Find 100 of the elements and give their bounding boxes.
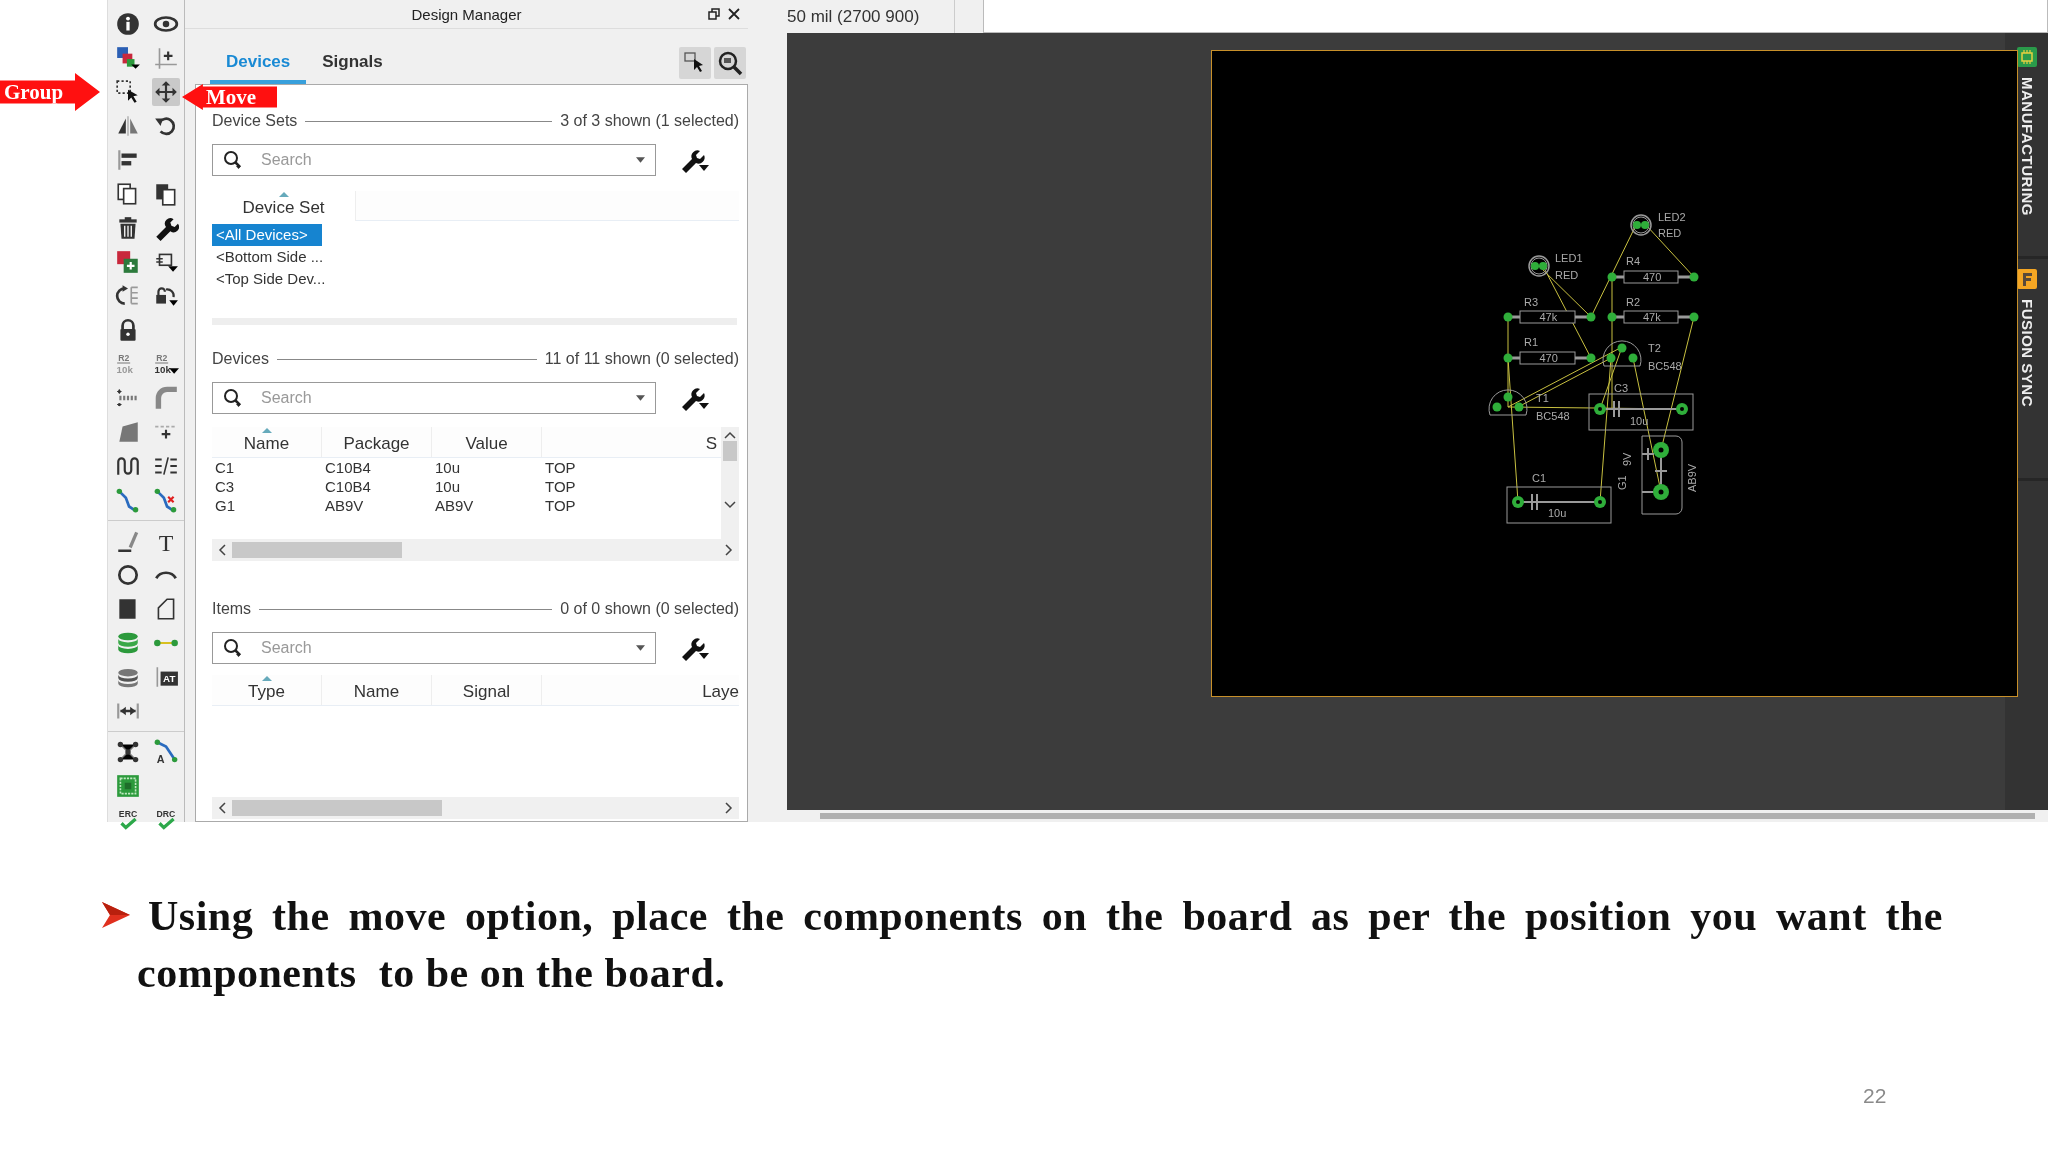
- scroll-left-icon[interactable]: [218, 544, 226, 556]
- wrench-icon[interactable]: [680, 385, 710, 411]
- component-label: R4: [1626, 255, 1641, 267]
- list-item[interactable]: <Bottom Side ...: [212, 246, 322, 268]
- search-input[interactable]: Search: [259, 150, 620, 170]
- component-value: BC548: [1536, 410, 1570, 422]
- layers-icon[interactable]: [114, 44, 142, 72]
- column-header[interactable]: S: [542, 427, 721, 457]
- count-text: 11 of 11 shown (0 selected): [544, 350, 739, 368]
- search-icon: [223, 150, 243, 170]
- chip-icon[interactable]: [2016, 47, 2037, 67]
- component-value: 470: [1539, 352, 1558, 364]
- search-icon: [223, 388, 243, 408]
- count-text: 3 of 3 shown (1 selected): [560, 112, 739, 130]
- component-label: LED1: [1555, 252, 1583, 264]
- horizontal-scrollbar[interactable]: [212, 797, 739, 819]
- column-header[interactable]: Name: [322, 675, 432, 705]
- search-input[interactable]: Search: [259, 388, 620, 408]
- board-icon[interactable]: [114, 772, 142, 800]
- text-icon[interactable]: T: [152, 527, 180, 555]
- table-cell-text: TOP: [544, 478, 577, 495]
- search-icon: [223, 638, 243, 658]
- column-header[interactable]: Name: [212, 427, 322, 457]
- fusion-logo-icon[interactable]: [2016, 269, 2037, 289]
- select-tool-icon[interactable]: [679, 46, 711, 79]
- panel-tab[interactable]: Signals: [306, 52, 399, 84]
- component-value: AB9V: [1686, 463, 1698, 492]
- scrollbar-thumb[interactable]: [232, 800, 442, 816]
- section-title: Devices: [212, 350, 269, 368]
- table-cell-text: C10B4: [324, 459, 372, 476]
- component-label: T2: [1648, 342, 1661, 354]
- side-tab[interactable]: MANUFACTURING: [2017, 77, 2036, 216]
- search-field[interactable]: Search: [212, 144, 656, 176]
- vertical-scrollbar[interactable]: [721, 427, 739, 539]
- search-input[interactable]: Search: [259, 638, 620, 658]
- dropdown-caret-icon: [636, 395, 645, 401]
- section-title: Device Sets: [212, 112, 298, 130]
- table-cell-text: 10u: [434, 478, 462, 495]
- component-label: C3: [1614, 382, 1629, 394]
- column-header[interactable]: Package: [322, 427, 432, 457]
- table-cell-text: G1: [214, 497, 236, 514]
- component-label: C1: [1532, 472, 1547, 484]
- close-icon[interactable]: [728, 8, 740, 20]
- horizontal-scrollbar[interactable]: [212, 539, 739, 561]
- list-item[interactable]: <All Devices>: [212, 224, 322, 246]
- component-value: 47k: [1643, 311, 1661, 323]
- column-header[interactable]: Value: [432, 427, 542, 457]
- column-header[interactable]: Type: [212, 675, 322, 705]
- dropdown-caret-icon: [636, 645, 645, 651]
- side-tab[interactable]: FUSION SYNC: [2017, 299, 2036, 407]
- scroll-left-icon[interactable]: [218, 802, 226, 814]
- component-value: 10u: [1548, 507, 1567, 519]
- scroll-right-icon[interactable]: [725, 544, 733, 556]
- table-cell-text: AB9V: [434, 497, 475, 514]
- zoom-icon[interactable]: [714, 46, 746, 79]
- component-rating: 9V: [1621, 452, 1633, 466]
- count-text: 0 of 0 shown (0 selected): [560, 600, 739, 618]
- component-label: LED2: [1658, 211, 1686, 223]
- search-field[interactable]: Search: [212, 632, 656, 664]
- table-cell-text: AB9V: [324, 497, 365, 514]
- table-cell-text: C10B4: [324, 478, 372, 495]
- component-value: 470: [1643, 271, 1662, 283]
- scroll-right-icon[interactable]: [725, 802, 733, 814]
- component-value: RED: [1658, 227, 1682, 239]
- restore-icon[interactable]: [708, 8, 720, 20]
- table-cell-text: TOP: [544, 497, 577, 514]
- scrollbar-thumb[interactable]: [232, 542, 402, 558]
- table-cell-text: C3: [214, 478, 236, 495]
- scroll-down-icon[interactable]: [724, 501, 736, 509]
- search-field[interactable]: Search: [212, 382, 656, 414]
- scrollbar-thumb[interactable]: [723, 441, 737, 461]
- sort-caret-icon: [261, 675, 272, 681]
- page-number: 22: [1863, 1084, 1887, 1108]
- sort-caret-icon: [278, 191, 289, 197]
- wrench-icon[interactable]: [680, 147, 710, 173]
- bullet-arrow-icon: [101, 900, 131, 930]
- command-field[interactable]: [983, 0, 2048, 33]
- info-icon[interactable]: [114, 10, 142, 38]
- component-label: R1: [1524, 336, 1539, 348]
- component-value: RED: [1555, 269, 1579, 281]
- sort-caret-icon: [261, 427, 272, 433]
- component-label: G1: [1616, 475, 1628, 490]
- component-value: 47k: [1539, 311, 1558, 323]
- table-cell-text: 10u: [434, 459, 462, 476]
- table-cell-text: TOP: [544, 459, 577, 476]
- table-cell-text: C1: [214, 459, 236, 476]
- section-title: Items: [212, 600, 252, 618]
- column-header[interactable]: Laye: [542, 675, 739, 705]
- component-label: R3: [1524, 296, 1539, 308]
- component-value: BC548: [1648, 360, 1682, 372]
- wrench-icon[interactable]: [680, 635, 710, 661]
- component-label: R2: [1626, 296, 1641, 308]
- caption-text: Using the move option, place the components on the board as per the position you want the components to be on the board.: [137, 893, 1944, 996]
- horizontal-scrollbar[interactable]: [820, 813, 2035, 819]
- panel-title: Design Manager: [410, 5, 523, 23]
- list-item[interactable]: <Top Side Dev...: [212, 268, 322, 290]
- component-label: T1: [1536, 392, 1549, 404]
- scroll-up-icon[interactable]: [724, 431, 736, 439]
- column-header[interactable]: Signal: [432, 675, 542, 705]
- move-icon[interactable]: [152, 78, 180, 106]
